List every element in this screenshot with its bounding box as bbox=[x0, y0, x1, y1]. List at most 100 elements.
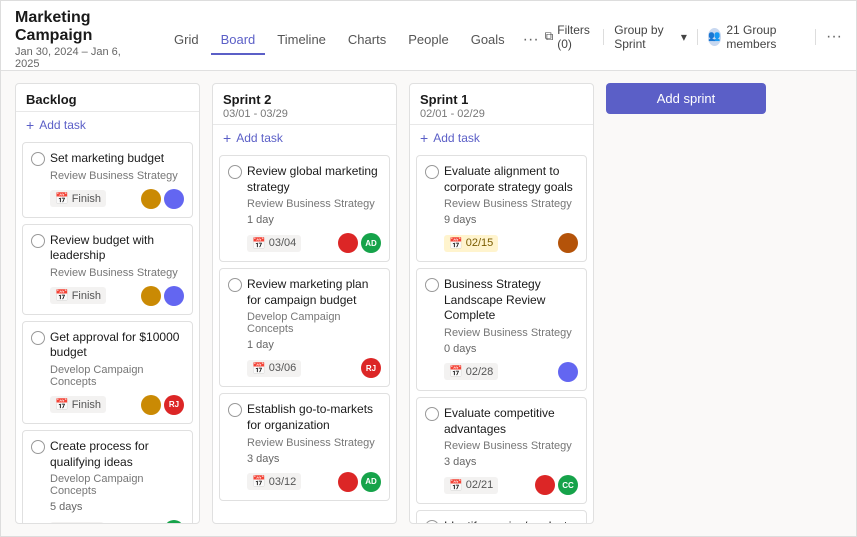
calendar-icon: 📅 bbox=[252, 237, 266, 250]
date-badge: 📅 Finish bbox=[50, 287, 106, 304]
card-set-marketing-budget[interactable]: Set marketing budget Review Business Str… bbox=[22, 142, 193, 218]
sprint2-add-task-label: Add task bbox=[236, 131, 283, 145]
card-review-budget-leadership[interactable]: Review budget with leadership Review Bus… bbox=[22, 224, 193, 315]
date-label: 03/12 bbox=[269, 476, 297, 488]
tab-timeline[interactable]: Timeline bbox=[267, 26, 336, 55]
calendar-icon: 📅 bbox=[449, 479, 463, 492]
sprint1-add-task-button[interactable]: + Add task bbox=[410, 124, 593, 151]
card-title-row: Review budget with leadership bbox=[31, 233, 184, 264]
column-backlog-header: Backlog bbox=[16, 84, 199, 111]
card-business-strategy-landscape[interactable]: Business Strategy Landscape Review Compl… bbox=[416, 268, 587, 391]
card-title: Set marketing budget bbox=[50, 151, 164, 167]
card-title-row: Establish go-to-markets for organization bbox=[228, 402, 381, 433]
card-identify-service-gaps[interactable]: Identify service/product gaps and opport… bbox=[416, 510, 587, 523]
backlog-cards: Set marketing budget Review Business Str… bbox=[16, 138, 199, 523]
card-get-approval-budget[interactable]: Get approval for $10000 budget Develop C… bbox=[22, 321, 193, 424]
avatar-initials: AD bbox=[365, 239, 377, 248]
tab-people[interactable]: People bbox=[398, 26, 458, 55]
card-evaluate-alignment[interactable]: Evaluate alignment to corporate strategy… bbox=[416, 155, 587, 262]
calendar-icon: 📅 bbox=[252, 362, 266, 375]
card-meta: 3 days bbox=[228, 453, 381, 465]
tab-grid[interactable]: Grid bbox=[164, 26, 209, 55]
card-review-marketing-plan[interactable]: Review marketing plan for campaign budge… bbox=[219, 268, 390, 387]
card-footer: 📅 02/21 CC bbox=[425, 475, 578, 495]
app-date: Jan 30, 2024 – Jan 6, 2025 bbox=[15, 46, 144, 70]
header-more-icon[interactable]: ··· bbox=[826, 28, 842, 46]
tab-charts[interactable]: Charts bbox=[338, 26, 396, 55]
card-subtitle: Develop Campaign Concepts bbox=[228, 311, 381, 335]
filter-icon: ⧉ bbox=[545, 29, 554, 44]
calendar-icon: 📅 bbox=[55, 398, 69, 411]
app-title: Marketing Campaign bbox=[15, 9, 144, 45]
card-subtitle: Review Business Strategy bbox=[228, 198, 381, 210]
card-subtitle: Develop Campaign Concepts bbox=[31, 473, 184, 497]
avatar bbox=[558, 233, 578, 253]
column-sprint1-header: Sprint 1 02/01 - 02/29 bbox=[410, 84, 593, 124]
card-status-circle bbox=[31, 152, 45, 166]
filters-button[interactable]: ⧉ Filters (0) bbox=[545, 23, 594, 51]
card-meta: 9 days bbox=[425, 214, 578, 226]
card-title: Evaluate competitive advantages bbox=[444, 406, 578, 437]
card-title: Establish go-to-markets for organization bbox=[247, 402, 381, 433]
avatar2 bbox=[164, 286, 184, 306]
nav-more-icon[interactable]: ··· bbox=[517, 25, 545, 55]
plus-icon: + bbox=[26, 117, 34, 133]
plus-icon: + bbox=[420, 130, 428, 146]
add-sprint-button[interactable]: Add sprint bbox=[606, 83, 766, 114]
avatar-initials: RJ bbox=[366, 364, 376, 373]
filters-label: Filters (0) bbox=[557, 23, 593, 51]
date-badge: 📅 Finish bbox=[50, 396, 106, 413]
card-status-circle bbox=[31, 440, 45, 454]
avatar bbox=[558, 362, 578, 382]
card-status-circle bbox=[31, 331, 45, 345]
tab-board[interactable]: Board bbox=[211, 26, 266, 55]
card-footer: 📅 03/04 AD bbox=[228, 233, 381, 253]
avatar bbox=[535, 475, 555, 495]
date-label: Finish bbox=[72, 193, 101, 205]
card-subtitle: Review Business Strategy bbox=[31, 267, 184, 279]
column-sprint2-header: Sprint 2 03/01 - 03/29 bbox=[213, 84, 396, 124]
card-status-circle bbox=[228, 165, 242, 179]
sprint1-cards: Evaluate alignment to corporate strategy… bbox=[410, 151, 593, 523]
card-establish-go-to-markets[interactable]: Establish go-to-markets for organization… bbox=[219, 393, 390, 500]
calendar-icon: 📅 bbox=[449, 237, 463, 250]
group-label: Group by Sprint bbox=[614, 23, 677, 51]
card-review-global-strategy[interactable]: Review global marketing strategy Review … bbox=[219, 155, 390, 262]
app-container: Marketing Campaign Jan 30, 2024 – Jan 6,… bbox=[0, 0, 857, 537]
date-badge: 📅 03/04 bbox=[247, 235, 301, 252]
card-status-circle bbox=[31, 234, 45, 248]
card-title-row: Business Strategy Landscape Review Compl… bbox=[425, 277, 578, 324]
column-sprint1: Sprint 1 02/01 - 02/29 + Add task Evalua… bbox=[409, 83, 594, 524]
card-create-qualifying-process[interactable]: Create process for qualifying ideas Deve… bbox=[22, 430, 193, 523]
column-sprint2: Sprint 2 03/01 - 03/29 + Add task Review… bbox=[212, 83, 397, 524]
date-label: Finish bbox=[72, 290, 101, 302]
card-evaluate-competitive[interactable]: Evaluate competitive advantages Review B… bbox=[416, 397, 587, 504]
avatar bbox=[338, 472, 358, 492]
header-left: Marketing Campaign Jan 30, 2024 – Jan 6,… bbox=[15, 9, 144, 70]
card-title-row: Evaluate alignment to corporate strategy… bbox=[425, 164, 578, 195]
members-button[interactable]: 👥 21 Group members bbox=[708, 23, 806, 51]
members-icon: 👥 bbox=[708, 28, 722, 46]
plus-icon: + bbox=[223, 130, 231, 146]
card-subtitle: Review Business Strategy bbox=[425, 440, 578, 452]
backlog-add-task-button[interactable]: + Add task bbox=[16, 111, 199, 138]
card-status-circle bbox=[425, 520, 439, 523]
group-by-button[interactable]: Group by Sprint ▾ bbox=[614, 23, 687, 51]
avatar2: CC bbox=[558, 475, 578, 495]
card-title: Review budget with leadership bbox=[50, 233, 184, 264]
sprint2-cards: Review global marketing strategy Review … bbox=[213, 151, 396, 523]
tab-goals[interactable]: Goals bbox=[461, 26, 515, 55]
backlog-add-task-label: Add task bbox=[39, 118, 86, 132]
card-footer: 📅 02/15 bbox=[425, 233, 578, 253]
add-sprint-column: Add sprint bbox=[606, 83, 766, 524]
card-status-circle bbox=[425, 407, 439, 421]
avatar-initials: AD bbox=[365, 477, 377, 486]
sprint2-add-task-button[interactable]: + Add task bbox=[213, 124, 396, 151]
card-footer: 📅 03/12 AD bbox=[228, 472, 381, 492]
card-status-circle bbox=[228, 403, 242, 417]
avatar2: RJ bbox=[164, 395, 184, 415]
date-badge: 📅 03/12 bbox=[247, 473, 301, 490]
divider bbox=[603, 29, 604, 45]
members-label: 21 Group members bbox=[726, 23, 805, 51]
date-label: 02/28 bbox=[466, 366, 494, 378]
